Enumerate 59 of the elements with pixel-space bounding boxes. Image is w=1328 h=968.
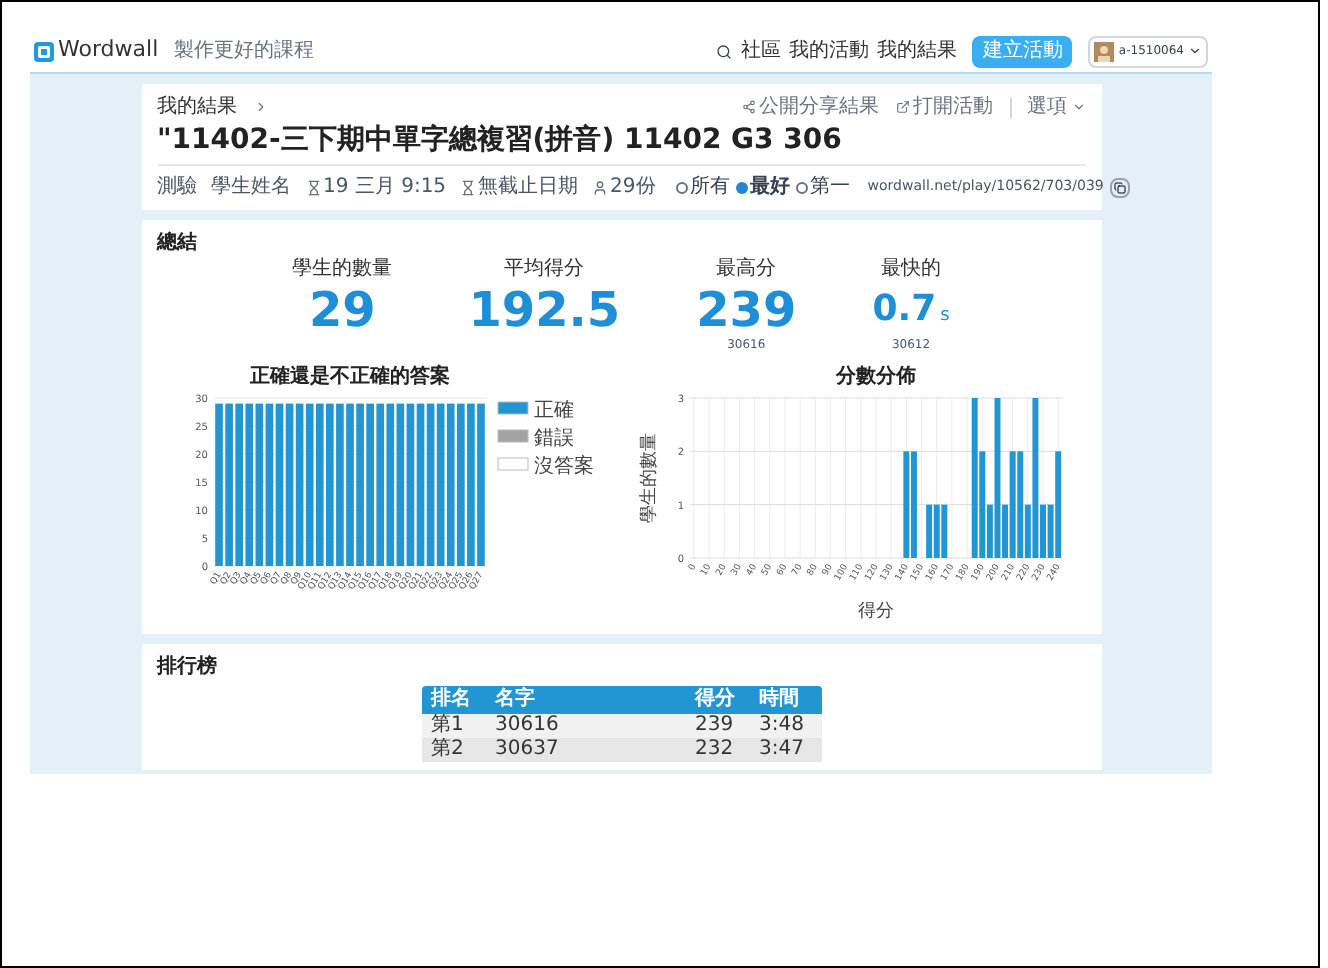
meta-text: 測驗 [157, 173, 197, 202]
column-header: 時間 [757, 686, 801, 714]
stat-label: 平均得分 [504, 256, 585, 284]
nav-link[interactable]: 社區 [740, 36, 781, 66]
share-link[interactable]: 公開分享結果 [741, 92, 879, 122]
table-cell-text: 232 [693, 738, 736, 762]
legend-label: 沒答案 [533, 456, 593, 478]
avatar-icon [1094, 41, 1115, 61]
tagline: 製作更好的課程 [174, 37, 315, 66]
nav-link[interactable]: 我的結果 [876, 36, 957, 66]
stat-label: 最高分 [716, 255, 777, 284]
logo-text[interactable]: Wordwall [58, 34, 159, 68]
user-icon [592, 179, 609, 195]
meta-text: 19 三月 9:15 [323, 174, 447, 202]
table-cell-text: 3:48 [757, 714, 806, 738]
legend-label: 正確 [533, 400, 573, 422]
activity-title: "11402-三下期中單字總複習(拼音) 11402 G3 306 [157, 122, 844, 158]
stat-label: 最快的 [881, 255, 942, 284]
table-cell-text: 30616 [493, 714, 561, 738]
table-cell-text: 3:47 [757, 738, 806, 762]
table-cell-text: 30637 [493, 738, 561, 762]
chevron-down-icon [1188, 44, 1202, 58]
column-header: 排名 [428, 686, 473, 714]
column-header: 名字 [493, 686, 537, 714]
hourglass-icon [305, 179, 321, 195]
hourglass-icon [460, 179, 477, 195]
nav-link[interactable]: 我的活動 [788, 36, 869, 66]
copy-button[interactable] [1109, 177, 1130, 197]
meta-text: 29份 [610, 174, 656, 202]
stat-value: 239 [696, 284, 797, 336]
table-cell-text: 第2 [429, 738, 466, 762]
filter-radio[interactable]: 所有 [675, 172, 730, 202]
section-title: 排行榜 [157, 653, 219, 682]
open-activity-link[interactable]: 打開活動 [895, 92, 993, 122]
search-icon[interactable] [716, 43, 733, 59]
chart-title: 分數分佈 [835, 366, 915, 388]
axis-title: 學生的數量 [639, 433, 659, 523]
stat-value: 192.5 [468, 284, 621, 336]
external-link-icon [895, 100, 909, 114]
chevron-right-icon [253, 100, 267, 114]
column-header: 得分 [692, 686, 737, 714]
breadcrumb-link[interactable]: 我的結果 [157, 92, 237, 122]
filter-radio[interactable]: 第一 [795, 172, 850, 202]
filter-radio[interactable]: 最好 [735, 172, 790, 202]
section-title: 總結 [157, 229, 199, 258]
axis-title: 得分 [857, 602, 893, 622]
share-icon [741, 100, 755, 114]
stat-value: 0.7 [872, 286, 937, 334]
table-cell-text: 第1 [429, 714, 466, 738]
chart-title: 正確還是不正確的答案 [249, 366, 449, 388]
table-cell-text: 239 [693, 714, 736, 738]
chevron-down-icon [1071, 100, 1085, 114]
meta-text: 學生姓名 [211, 173, 291, 202]
stat-label: 學生的數量 [292, 255, 393, 284]
stat-unit: s [940, 304, 950, 330]
options-dropdown[interactable]: 選項 [1027, 92, 1085, 122]
meta-text: 無截止日期 [478, 173, 579, 202]
stat-value: 29 [308, 284, 376, 336]
legend-label: 錯誤 [533, 428, 573, 450]
